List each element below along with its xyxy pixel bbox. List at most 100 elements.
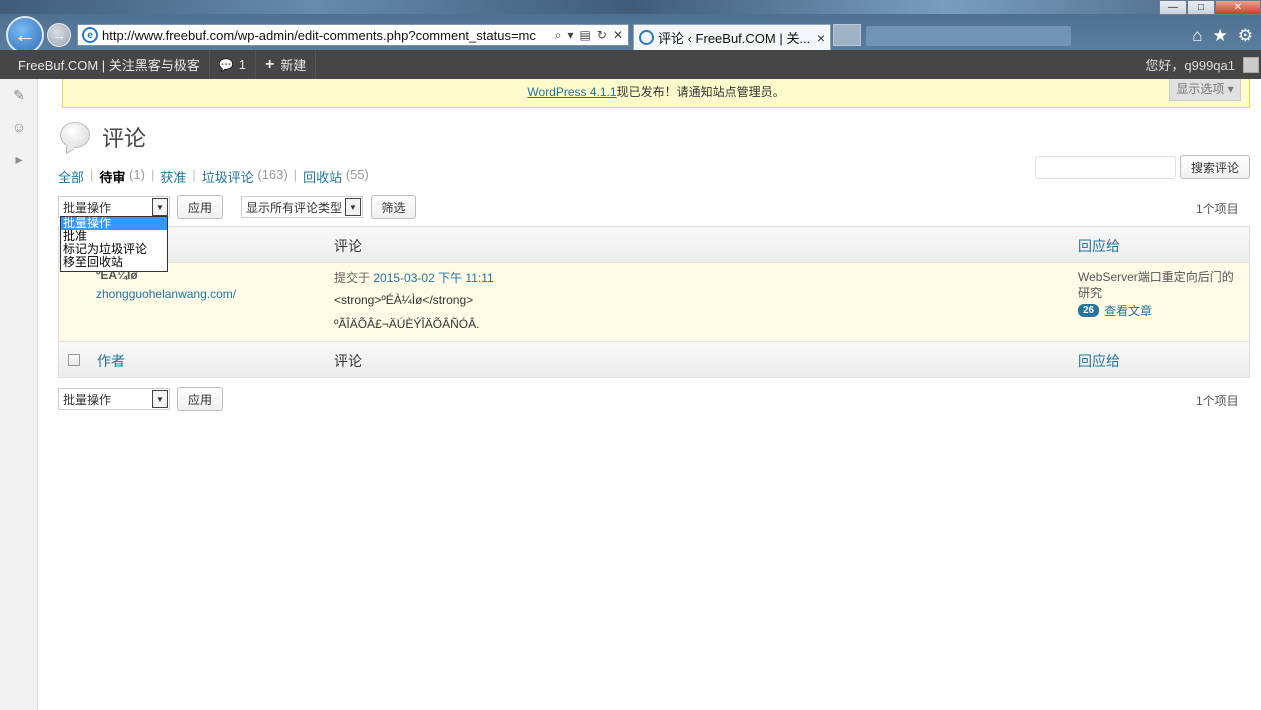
blurred-toolbar-area	[866, 26, 1071, 46]
url-text[interactable]: http://www.freebuf.com/wp-admin/edit-com…	[102, 28, 550, 43]
chevron-down-icon: ▼	[152, 198, 168, 216]
comments-page-icon	[60, 122, 90, 148]
table-footer: 作者 评论 回应给	[59, 341, 1249, 377]
dropdown-icon[interactable]: ▾	[568, 28, 574, 43]
table-row: ºÉÀ¼Ìø zhongguohelanwang.com/ 提交于 2015-0…	[59, 263, 1249, 341]
items-count-bottom: 1个项目	[1196, 394, 1239, 408]
search-icon[interactable]: ⌕	[555, 28, 562, 43]
users-icon[interactable]: ☺	[0, 111, 38, 143]
column-response[interactable]: 回应给	[1078, 236, 1120, 256]
page-title: 评论	[102, 127, 147, 152]
submitted-prefix: 提交于	[334, 271, 371, 285]
column-comment: 评论	[334, 353, 362, 369]
window-controls: — □ ✕	[1159, 0, 1261, 15]
address-tools: ⌕ ▾ ▤ ↻ ✕	[550, 28, 628, 43]
collapse-menu-icon[interactable]: ▸	[0, 143, 38, 175]
comment-text-line: ºÃÎÄÕÂ£¬ÄÚÈÝÎÄÕÂÑÓÂ.	[334, 317, 480, 331]
column-author[interactable]: 作者	[97, 351, 125, 371]
minimize-button[interactable]: —	[1159, 0, 1187, 15]
comment-status-filters: 全部 | 待审 (1) | 获准 | 垃圾评论 (163) | 回收站 (55)	[58, 167, 369, 186]
plus-icon: +	[264, 55, 275, 73]
close-window-button[interactable]: ✕	[1215, 0, 1261, 15]
trash-count: (55)	[345, 167, 369, 182]
chevron-down-icon: ▼	[152, 390, 168, 408]
notice-text: 现已发布！请通知站点管理员。	[616, 85, 785, 99]
search-comments-button[interactable]: 搜索评论	[1180, 155, 1250, 179]
taskbar-strip	[0, 0, 1261, 14]
view-post-link[interactable]: 查看文章	[1104, 302, 1152, 319]
bulk-action-selected: 批量操作	[63, 392, 112, 407]
wp-admin-bar: FreeBuf.COM | 关注黑客与极客 💬 1 + 新建 您好，q999qa…	[0, 50, 1261, 79]
filter-pending[interactable]: 待审	[99, 167, 125, 186]
comment-date-link[interactable]: 2015-03-02 下午 11:11	[373, 271, 493, 285]
new-content-menu[interactable]: + 新建	[256, 50, 317, 79]
favorites-star-icon[interactable]: ★	[1213, 26, 1228, 46]
filter-button[interactable]: 筛选	[371, 195, 416, 219]
ie-favicon-icon	[639, 30, 654, 45]
filter-approved[interactable]: 获准	[160, 167, 186, 186]
forward-arrow-icon: →	[52, 27, 66, 43]
browser-toolbar-icons: ⌂ ★ ⚙	[1192, 26, 1253, 46]
response-post-title[interactable]: WebServer端口重定向后门的研究	[1078, 269, 1243, 301]
tab-close-icon[interactable]: ×	[817, 30, 825, 46]
comment-search-input[interactable]	[1035, 156, 1176, 179]
bulk-action-select-top[interactable]: 批量操作 ▼	[58, 196, 170, 218]
items-count-top: 1个项目	[1196, 202, 1239, 216]
new-tab-button[interactable]	[833, 24, 861, 46]
column-response[interactable]: 回应给	[1078, 351, 1120, 371]
compat-view-icon[interactable]: ▤	[580, 28, 591, 43]
table-header: 评论 回应给	[59, 227, 1249, 263]
back-button[interactable]: ←	[6, 16, 44, 54]
maximize-button[interactable]: □	[1187, 0, 1215, 15]
apply-button-bottom[interactable]: 应用	[177, 387, 223, 411]
bulk-action-select-bottom[interactable]: 批量操作 ▼	[58, 388, 170, 410]
comments-count: 1	[238, 57, 246, 72]
separator: |	[192, 167, 196, 182]
back-arrow-icon: ←	[14, 22, 36, 47]
home-icon[interactable]: ⌂	[1192, 26, 1202, 46]
new-label: 新建	[280, 58, 307, 73]
stop-icon[interactable]: ✕	[613, 28, 623, 43]
bulk-action-selected: 批量操作	[63, 200, 112, 215]
filter-trash[interactable]: 回收站	[303, 167, 342, 186]
bulk-action-dropdown-list: 批量操作 批准 标记为垃圾评论 移至回收站	[60, 216, 168, 272]
comment-count-bubble[interactable]: 26	[1078, 304, 1100, 317]
pin-icon[interactable]: ✎	[0, 79, 38, 111]
comment-type-selected: 显示所有评论类型	[246, 200, 343, 215]
tab-title: 评论 ‹ FreeBuf.COM | 关...	[658, 31, 811, 46]
pending-count: (1)	[129, 167, 145, 182]
response-comments: 26 查看文章	[1078, 302, 1152, 319]
ie-favicon-icon: e	[82, 27, 98, 43]
greeting-text: 您好，q999qa1	[1145, 58, 1235, 73]
comment-type-select[interactable]: 显示所有评论类型 ▼	[241, 196, 363, 218]
wordpress-version-link[interactable]: WordPress 4.1.1	[527, 85, 616, 99]
separator: |	[293, 167, 298, 182]
avatar	[1243, 56, 1259, 73]
spam-count: (163)	[257, 167, 288, 182]
tab-comments[interactable]: 评论 ‹ FreeBuf.COM | 关... ×	[633, 24, 831, 50]
comments-table: 评论 回应给 ºÉÀ¼Ìø zhongguohelanwang.com/ 提交于…	[58, 226, 1250, 378]
column-comment: 评论	[334, 238, 362, 254]
filter-all[interactable]: 全部	[58, 167, 84, 186]
screen-options-button[interactable]: 显示选项 ▾	[1169, 79, 1241, 101]
update-notice: WordPress 4.1.1现已发布！请通知站点管理员。	[62, 79, 1250, 108]
forward-button[interactable]: →	[47, 23, 71, 47]
select-all-checkbox[interactable]	[68, 354, 80, 366]
comment-bubble-icon: 💬	[218, 57, 234, 72]
separator: |	[90, 167, 94, 182]
site-name-link[interactable]: FreeBuf.COM | 关注黑客与极客	[0, 50, 210, 79]
submitted-on: 提交于 2015-03-02 下午 11:11	[334, 269, 494, 286]
tools-gear-icon[interactable]: ⚙	[1238, 26, 1253, 46]
account-menu[interactable]: 您好，q999qa1	[1145, 55, 1261, 74]
separator: |	[150, 167, 155, 182]
dropdown-option[interactable]: 移至回收站	[61, 256, 167, 269]
chevron-down-icon: ▼	[345, 198, 361, 216]
filter-spam[interactable]: 垃圾评论	[202, 167, 254, 186]
refresh-icon[interactable]: ↻	[597, 28, 607, 43]
apply-button-top[interactable]: 应用	[177, 195, 223, 219]
comment-text-line: <strong>ºÉÀ¼Ìø</strong>	[334, 293, 474, 307]
comments-menu[interactable]: 💬 1	[210, 50, 256, 79]
author-url-link[interactable]: zhongguohelanwang.com/	[96, 287, 236, 301]
admin-side-menu: ✎ ☺ ▸	[0, 79, 38, 710]
address-bar[interactable]: e http://www.freebuf.com/wp-admin/edit-c…	[77, 24, 629, 46]
